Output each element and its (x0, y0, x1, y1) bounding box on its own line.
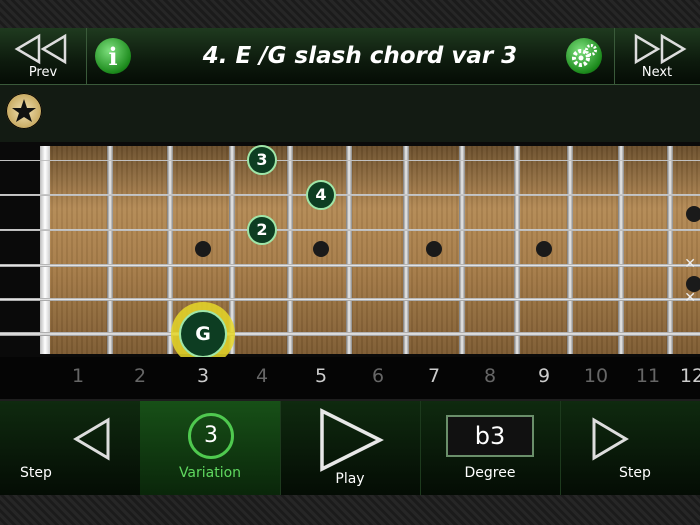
fret-number: 3 (196, 365, 210, 387)
fret-number: 5 (314, 365, 328, 387)
prev-label: Prev (28, 65, 58, 80)
step-back-icon (73, 417, 110, 461)
fret-number: 7 (427, 365, 441, 387)
finger-marker[interactable]: 2 (247, 215, 277, 245)
next-label: Next (641, 65, 673, 80)
inlay-dot (536, 241, 552, 257)
variation-button[interactable]: 3 Variation (140, 401, 281, 495)
fret-number: 1 (71, 365, 85, 387)
string-2 (0, 194, 700, 196)
settings-button[interactable] (566, 38, 602, 74)
muted-string-icon: ✕ (684, 290, 696, 306)
fret-wire (403, 146, 409, 354)
fretboard-wood (46, 146, 700, 354)
muted-string-icon: ✕ (684, 256, 696, 272)
chord-title: 4. E /G slash chord var 3 (202, 43, 518, 69)
fret-number: 8 (483, 365, 497, 387)
fret-number: 4 (255, 365, 269, 387)
fret-wire (667, 146, 673, 354)
string-4 (0, 263, 700, 267)
fret-number: 9 (537, 365, 551, 387)
fret-number: 6 (371, 365, 385, 387)
string-1 (0, 159, 700, 161)
inlay-dot (313, 241, 329, 257)
string-5 (0, 297, 700, 301)
favorites-bar (0, 85, 700, 142)
step-forward-button[interactable]: Step (560, 401, 700, 495)
play-icon (320, 408, 384, 472)
variation-label: Variation (178, 465, 242, 481)
top-texture (0, 0, 700, 28)
fret-number: 2 (133, 365, 147, 387)
header-bar: Prev i 4. E /G slash chord var 3 Next (0, 28, 700, 85)
fret-number: 12 (679, 365, 700, 387)
root-note-marker[interactable]: G (179, 310, 227, 358)
fret-wire (107, 146, 113, 354)
fast-forward-icon (634, 33, 687, 65)
divider (86, 28, 87, 84)
control-bar: Step 3 Variation Play b3 Degree Step (0, 401, 700, 495)
fret-wire (618, 146, 624, 354)
fretboard: 3 4 2 G ✕ ✕ (0, 142, 700, 366)
fret-wire (567, 146, 573, 354)
fret-number-row: 1 2 3 4 5 6 7 8 9 10 11 12 (0, 357, 700, 399)
favorite-button[interactable] (6, 93, 42, 129)
variation-value: 3 (188, 413, 234, 459)
next-button[interactable]: Next (614, 28, 700, 84)
fret-wire (514, 146, 520, 354)
degree-value: b3 (446, 415, 534, 457)
rewind-icon (14, 33, 67, 65)
fret-number: 11 (635, 365, 661, 387)
bottom-texture (0, 495, 700, 525)
fret-wire (287, 146, 293, 354)
finger-marker[interactable]: 4 (306, 180, 336, 210)
play-label: Play (335, 471, 365, 487)
string-6 (0, 332, 700, 336)
prev-button[interactable]: Prev (0, 28, 86, 84)
step-back-label: Step (20, 465, 52, 481)
step-forward-label: Step (619, 465, 651, 481)
gears-icon (572, 44, 597, 67)
step-back-button[interactable]: Step (0, 401, 141, 495)
finger-marker[interactable]: 3 (247, 145, 277, 175)
degree-button[interactable]: b3 Degree (420, 401, 561, 495)
fret-number: 10 (583, 365, 609, 387)
inlay-dot (426, 241, 442, 257)
inlay-dot (195, 241, 211, 257)
info-button[interactable]: i (95, 38, 131, 74)
degree-label: Degree (464, 465, 516, 481)
step-forward-icon (592, 417, 629, 461)
fret-wire (346, 146, 352, 354)
nut (40, 146, 50, 354)
play-button[interactable]: Play (280, 401, 421, 495)
fret-wire (459, 146, 465, 354)
info-icon: i (108, 42, 118, 71)
inlay-dot (686, 206, 700, 222)
star-icon (12, 99, 36, 122)
string-3 (0, 229, 700, 231)
